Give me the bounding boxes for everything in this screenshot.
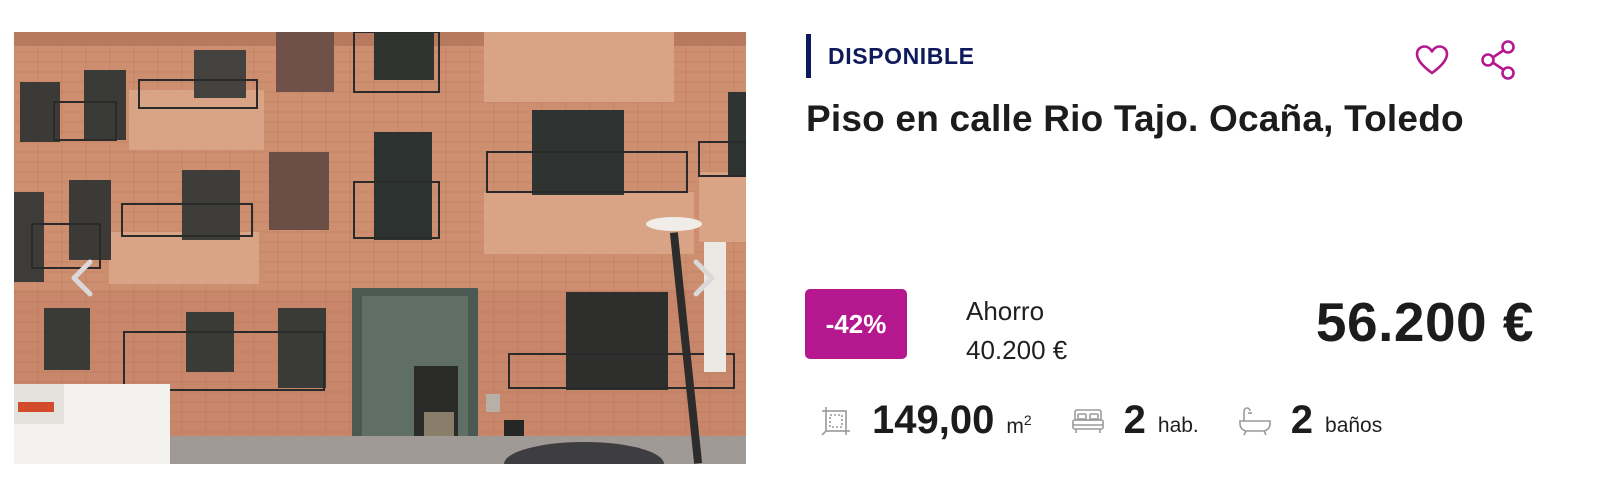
savings-label: Ahorro — [966, 296, 1045, 326]
bathtub-icon — [1237, 403, 1273, 439]
area-value: 149,00 — [872, 398, 995, 442]
listing-actions — [1412, 39, 1518, 82]
savings-amount: 40.200 € — [966, 335, 1068, 365]
building-facade-image — [14, 32, 746, 464]
feature-rooms: 2 hab. — [1070, 398, 1199, 443]
favorite-button[interactable] — [1412, 42, 1452, 82]
share-icon — [1479, 39, 1517, 86]
baths-value: 2 — [1290, 398, 1314, 442]
floor-plan-icon — [818, 403, 854, 439]
bed-icon — [1070, 403, 1106, 439]
listing-title[interactable]: Piso en calle Rio Tajo. Ocaña, Toledo — [806, 98, 1566, 140]
carousel-next-button[interactable] — [686, 254, 722, 302]
discount-badge: -42% — [805, 289, 907, 359]
listing-price: 56.200 € — [1315, 291, 1534, 353]
carousel-prev-button[interactable] — [64, 254, 100, 302]
share-button[interactable] — [1478, 39, 1518, 82]
availability-status: DISPONIBLE — [806, 34, 975, 78]
chevron-left-icon — [68, 258, 96, 298]
listing-photo[interactable] — [14, 32, 746, 464]
listing-features: 149,00 m2 2 hab. 2 baños — [818, 398, 1420, 443]
feature-area: 149,00 m2 — [818, 398, 1032, 443]
rooms-unit: hab. — [1157, 413, 1199, 437]
area-unit: m2 — [1006, 412, 1032, 438]
chevron-right-icon — [690, 258, 718, 298]
rooms-value: 2 — [1123, 398, 1146, 442]
baths-unit: baños — [1325, 413, 1383, 437]
feature-baths: 2 baños — [1237, 398, 1382, 443]
savings-block: Ahorro 40.200 € — [966, 292, 1067, 370]
heart-icon — [1415, 44, 1449, 81]
